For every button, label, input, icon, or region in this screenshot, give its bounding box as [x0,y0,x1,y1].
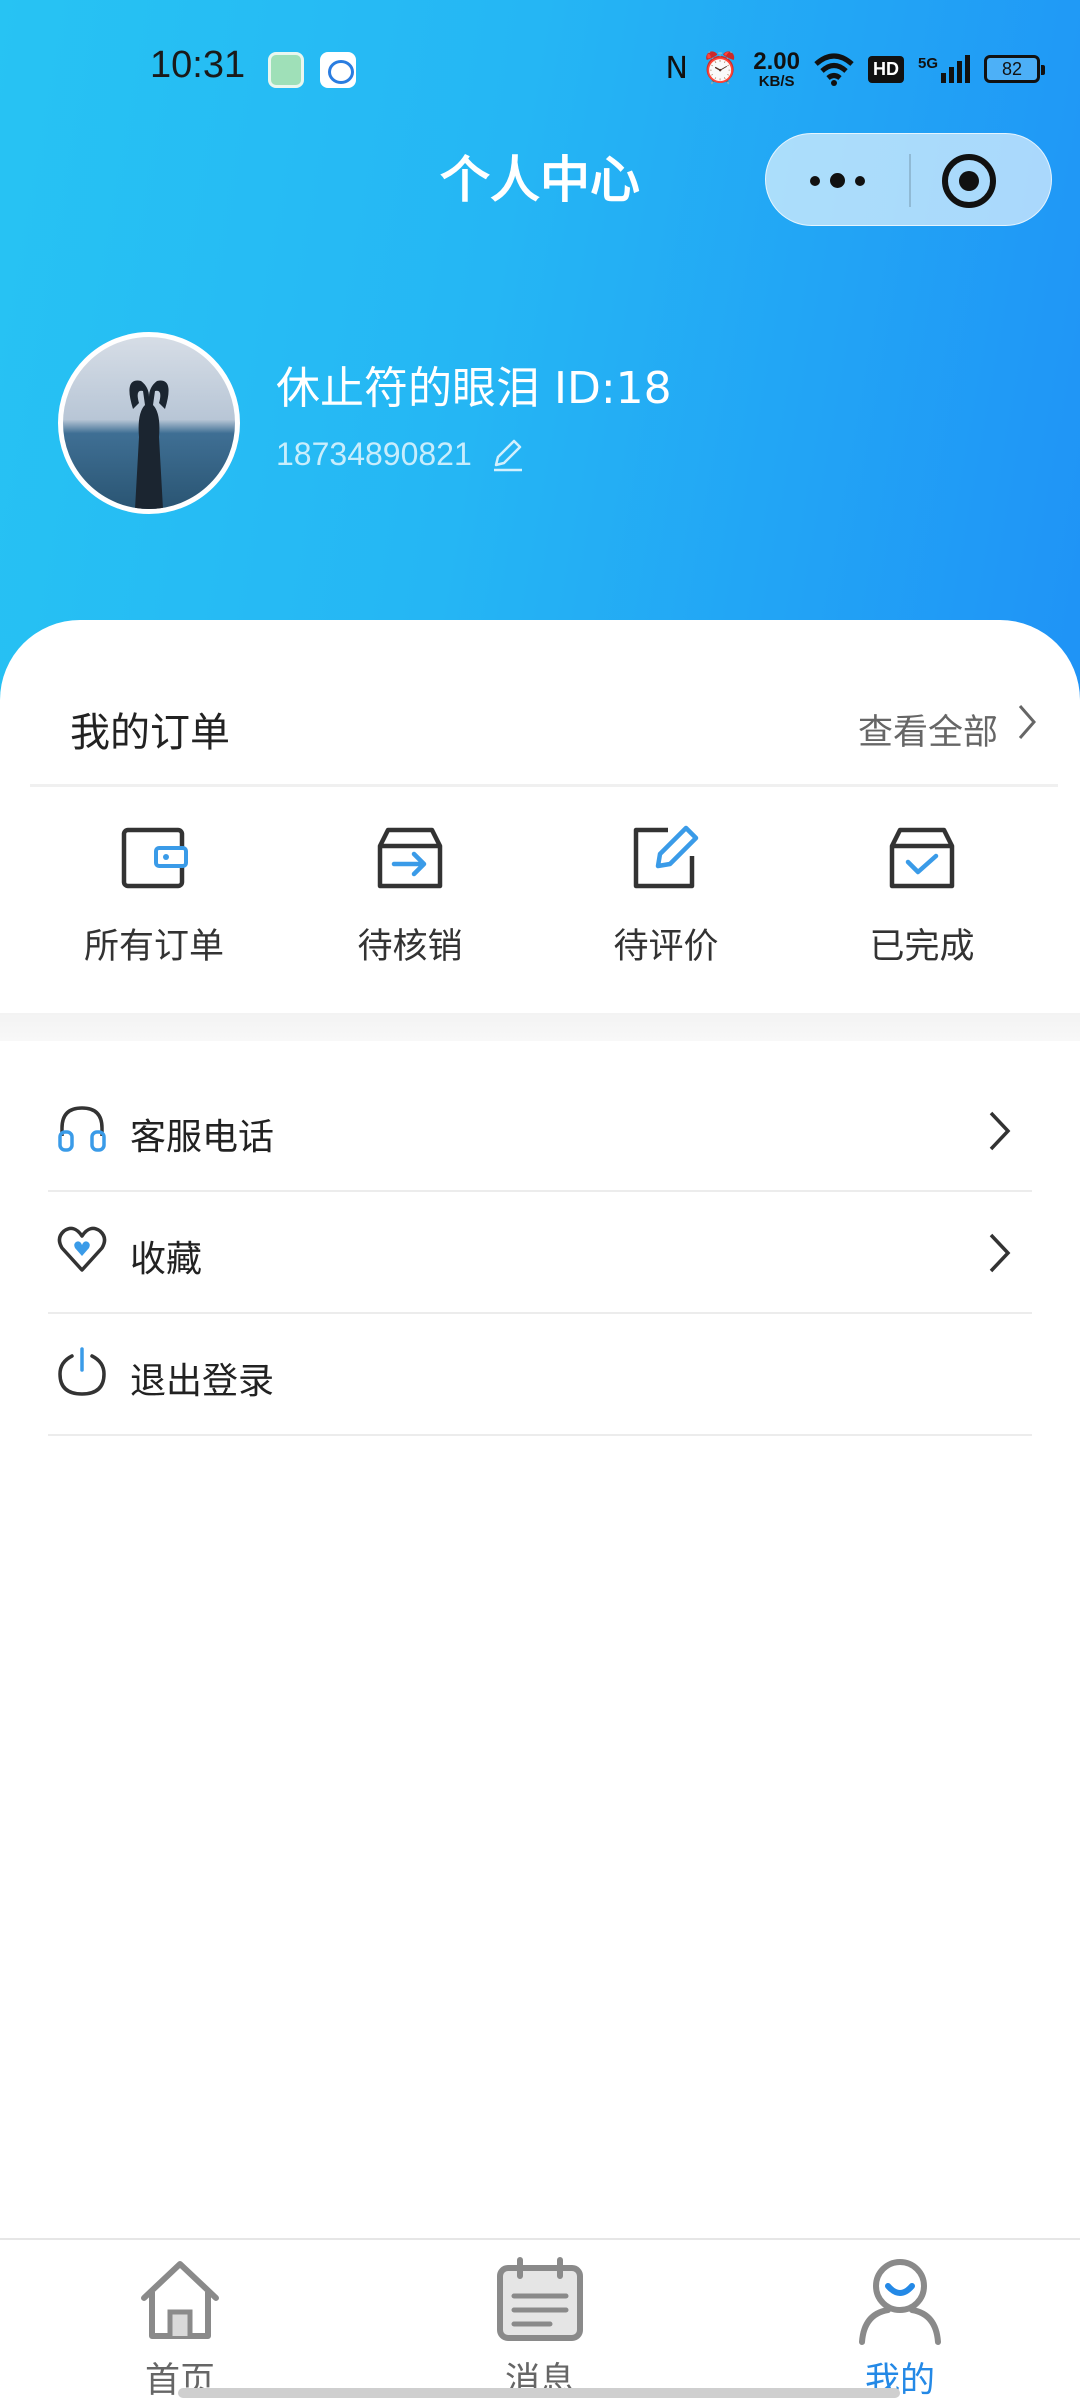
status-time: 10:31 [150,44,246,86]
notification-app-icon [268,52,304,88]
headset-icon [58,1106,106,1152]
section-divider [0,1013,1080,1041]
network-speed-unit: KB/S [758,72,795,90]
menu-label: 收藏 [130,1239,203,1280]
avatar[interactable] [58,332,240,514]
profile-nickname: 休止符的眼泪 ID:18 [276,363,672,414]
order-pending-verify-label: 待核销 [357,927,463,967]
box-check-icon [889,827,955,889]
message-icon [497,2257,583,2341]
network-speed: 2.00 KB/S [753,47,800,90]
alarm-icon: ⏰ [701,51,740,86]
wallet-icon [121,827,188,889]
signal-bar [957,61,962,83]
home-icon [141,2261,219,2339]
baidu-notification-icon [320,52,356,88]
home-indicator [178,2388,900,2398]
tab-messages[interactable]: 消息 [360,2240,720,2400]
tab-profile[interactable]: 我的 [720,2240,1080,2400]
order-pending-review-label: 待评价 [613,927,719,967]
more-dot-icon [810,175,820,186]
nfc-icon: N [665,51,688,86]
order-pending-verify-button[interactable]: 待核销 [282,820,538,1000]
signal-bar [949,67,954,83]
menu-list: 客服电话 收藏 退出登录 [48,1070,1032,1436]
menu-item-customer-service[interactable]: 客服电话 [48,1070,1032,1192]
chevron-right-icon [989,1233,1011,1273]
orders-title: 我的订单 [70,710,230,756]
order-status-grid: 所有订单 待核销 待评价 已完成 [0,820,1080,1000]
view-all-orders-link[interactable]: 查看全部 [858,704,998,755]
chevron-right-icon[interactable] [1014,702,1040,742]
status-bar: 10:31 N ⏰ 2.00 KB/S HD 5G 82 [0,30,1080,110]
heart-icon [57,1226,107,1272]
signal-bar [965,55,970,83]
miniprogram-capsule [765,133,1052,226]
phone-row: 18734890821 [276,436,526,473]
close-miniprogram-button[interactable] [942,154,996,208]
order-completed-button[interactable]: 已完成 [794,820,1050,1000]
network-speed-value: 2.00 [753,47,800,75]
menu-item-favorites[interactable]: 收藏 [48,1192,1032,1314]
order-all-button[interactable]: 所有订单 [26,820,282,1000]
avatar-silhouette-icon [129,380,169,509]
more-dot-icon [830,173,845,188]
signal-bar [941,73,946,83]
bottom-tab-bar: 首页 消息 我的 [0,2238,1080,2400]
more-dot-icon [855,175,865,186]
menu-label: 退出登录 [130,1361,275,1402]
more-options-button[interactable] [766,134,909,227]
menu-item-logout[interactable]: 退出登录 [48,1314,1032,1436]
edit-review-icon [633,825,699,889]
battery-level: 82 [1001,58,1023,79]
order-pending-review-button[interactable]: 待评价 [538,820,794,1000]
battery-icon: 82 [984,55,1045,83]
hd-badge: HD [867,55,904,83]
edit-pencil-icon[interactable] [490,437,526,473]
menu-label: 客服电话 [130,1117,275,1158]
tab-home[interactable]: 首页 [0,2240,360,2400]
profile-phone: 18734890821 [276,436,472,472]
chevron-right-icon [989,1111,1011,1151]
signal-indicator: 5G [918,55,970,83]
profile-icon [859,2259,941,2345]
power-icon [58,1347,106,1396]
box-arrow-icon [377,827,443,889]
network-type: 5G [917,55,938,72]
wifi-icon [814,53,854,86]
orders-header: 我的订单 查看全部 [30,652,1058,787]
order-completed-label: 已完成 [869,927,975,967]
order-all-label: 所有订单 [83,927,224,967]
capsule-divider [909,154,911,207]
